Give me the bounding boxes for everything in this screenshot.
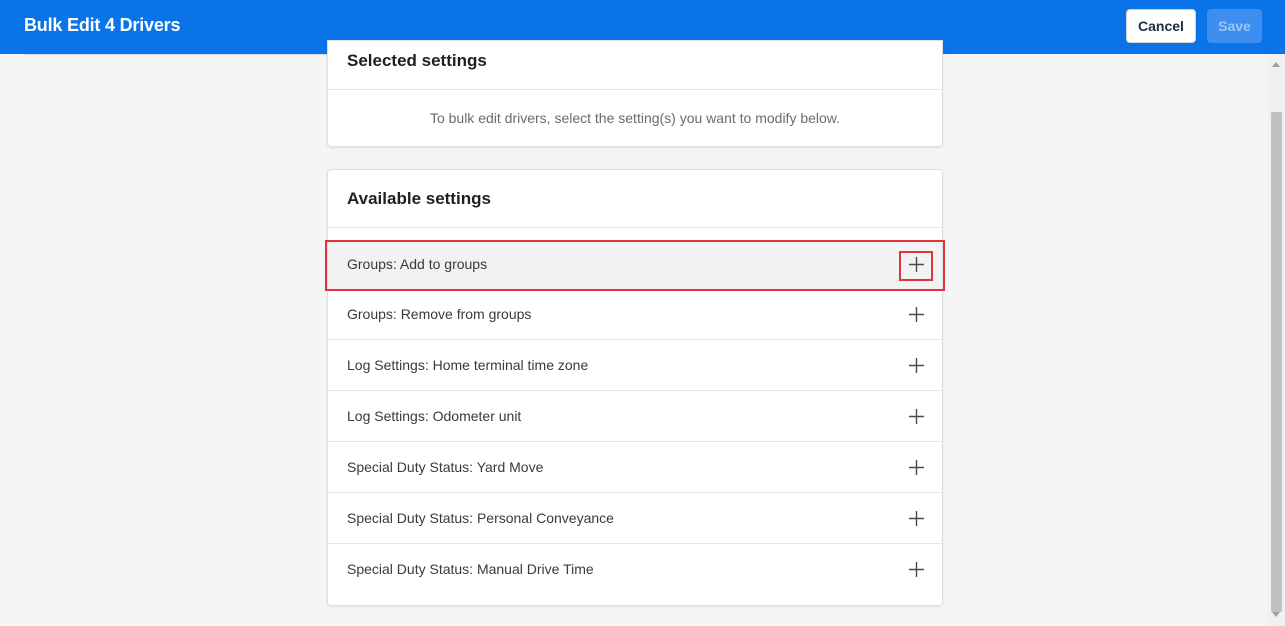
divider — [328, 89, 942, 90]
plus-icon[interactable] — [908, 357, 925, 374]
available-settings-title: Available settings — [347, 189, 491, 208]
save-button[interactable]: Save — [1207, 9, 1262, 43]
setting-label: Special Duty Status: Manual Drive Time — [347, 561, 594, 577]
cancel-button[interactable]: Cancel — [1126, 9, 1196, 43]
plus-icon[interactable] — [908, 459, 925, 476]
plus-icon[interactable] — [908, 256, 925, 273]
scroll-down-icon[interactable] — [1272, 612, 1280, 617]
setting-label: Log Settings: Home terminal time zone — [347, 357, 589, 373]
selected-settings-card: Selected settings To bulk edit drivers, … — [327, 40, 943, 147]
scroll-thumb[interactable] — [1271, 112, 1282, 612]
plus-icon[interactable] — [908, 408, 925, 425]
plus-icon[interactable] — [908, 306, 925, 323]
available-settings-card: Available settings Groups: Add to groups… — [327, 169, 943, 606]
page-title: Bulk Edit 4 Drivers — [24, 15, 181, 35]
setting-row-home-terminal-time-zone[interactable]: Log Settings: Home terminal time zone — [328, 341, 942, 391]
setting-label: Special Duty Status: Yard Move — [347, 459, 544, 475]
plus-icon[interactable] — [908, 561, 925, 578]
setting-label: Groups: Remove from groups — [347, 306, 532, 322]
vertical-scrollbar[interactable] — [1268, 54, 1285, 626]
setting-label: Special Duty Status: Personal Conveyance — [347, 510, 614, 526]
selected-settings-title: Selected settings — [347, 51, 487, 70]
setting-row-manual-drive-time[interactable]: Special Duty Status: Manual Drive Time — [328, 545, 942, 595]
setting-row-personal-conveyance[interactable]: Special Duty Status: Personal Conveyance — [328, 494, 942, 544]
setting-row-add-to-groups[interactable]: Groups: Add to groups — [328, 240, 942, 290]
selected-settings-help-text: To bulk edit drivers, select the setting… — [429, 110, 841, 126]
setting-label: Log Settings: Odometer unit — [347, 408, 522, 424]
setting-row-remove-from-groups[interactable]: Groups: Remove from groups — [328, 290, 942, 340]
setting-row-odometer-unit[interactable]: Log Settings: Odometer unit — [328, 392, 942, 442]
divider — [328, 227, 942, 228]
plus-icon[interactable] — [908, 510, 925, 527]
scroll-up-icon[interactable] — [1272, 62, 1280, 67]
setting-row-yard-move[interactable]: Special Duty Status: Yard Move — [328, 443, 942, 493]
divider — [24, 54, 328, 55]
setting-label: Groups: Add to groups — [347, 256, 488, 272]
